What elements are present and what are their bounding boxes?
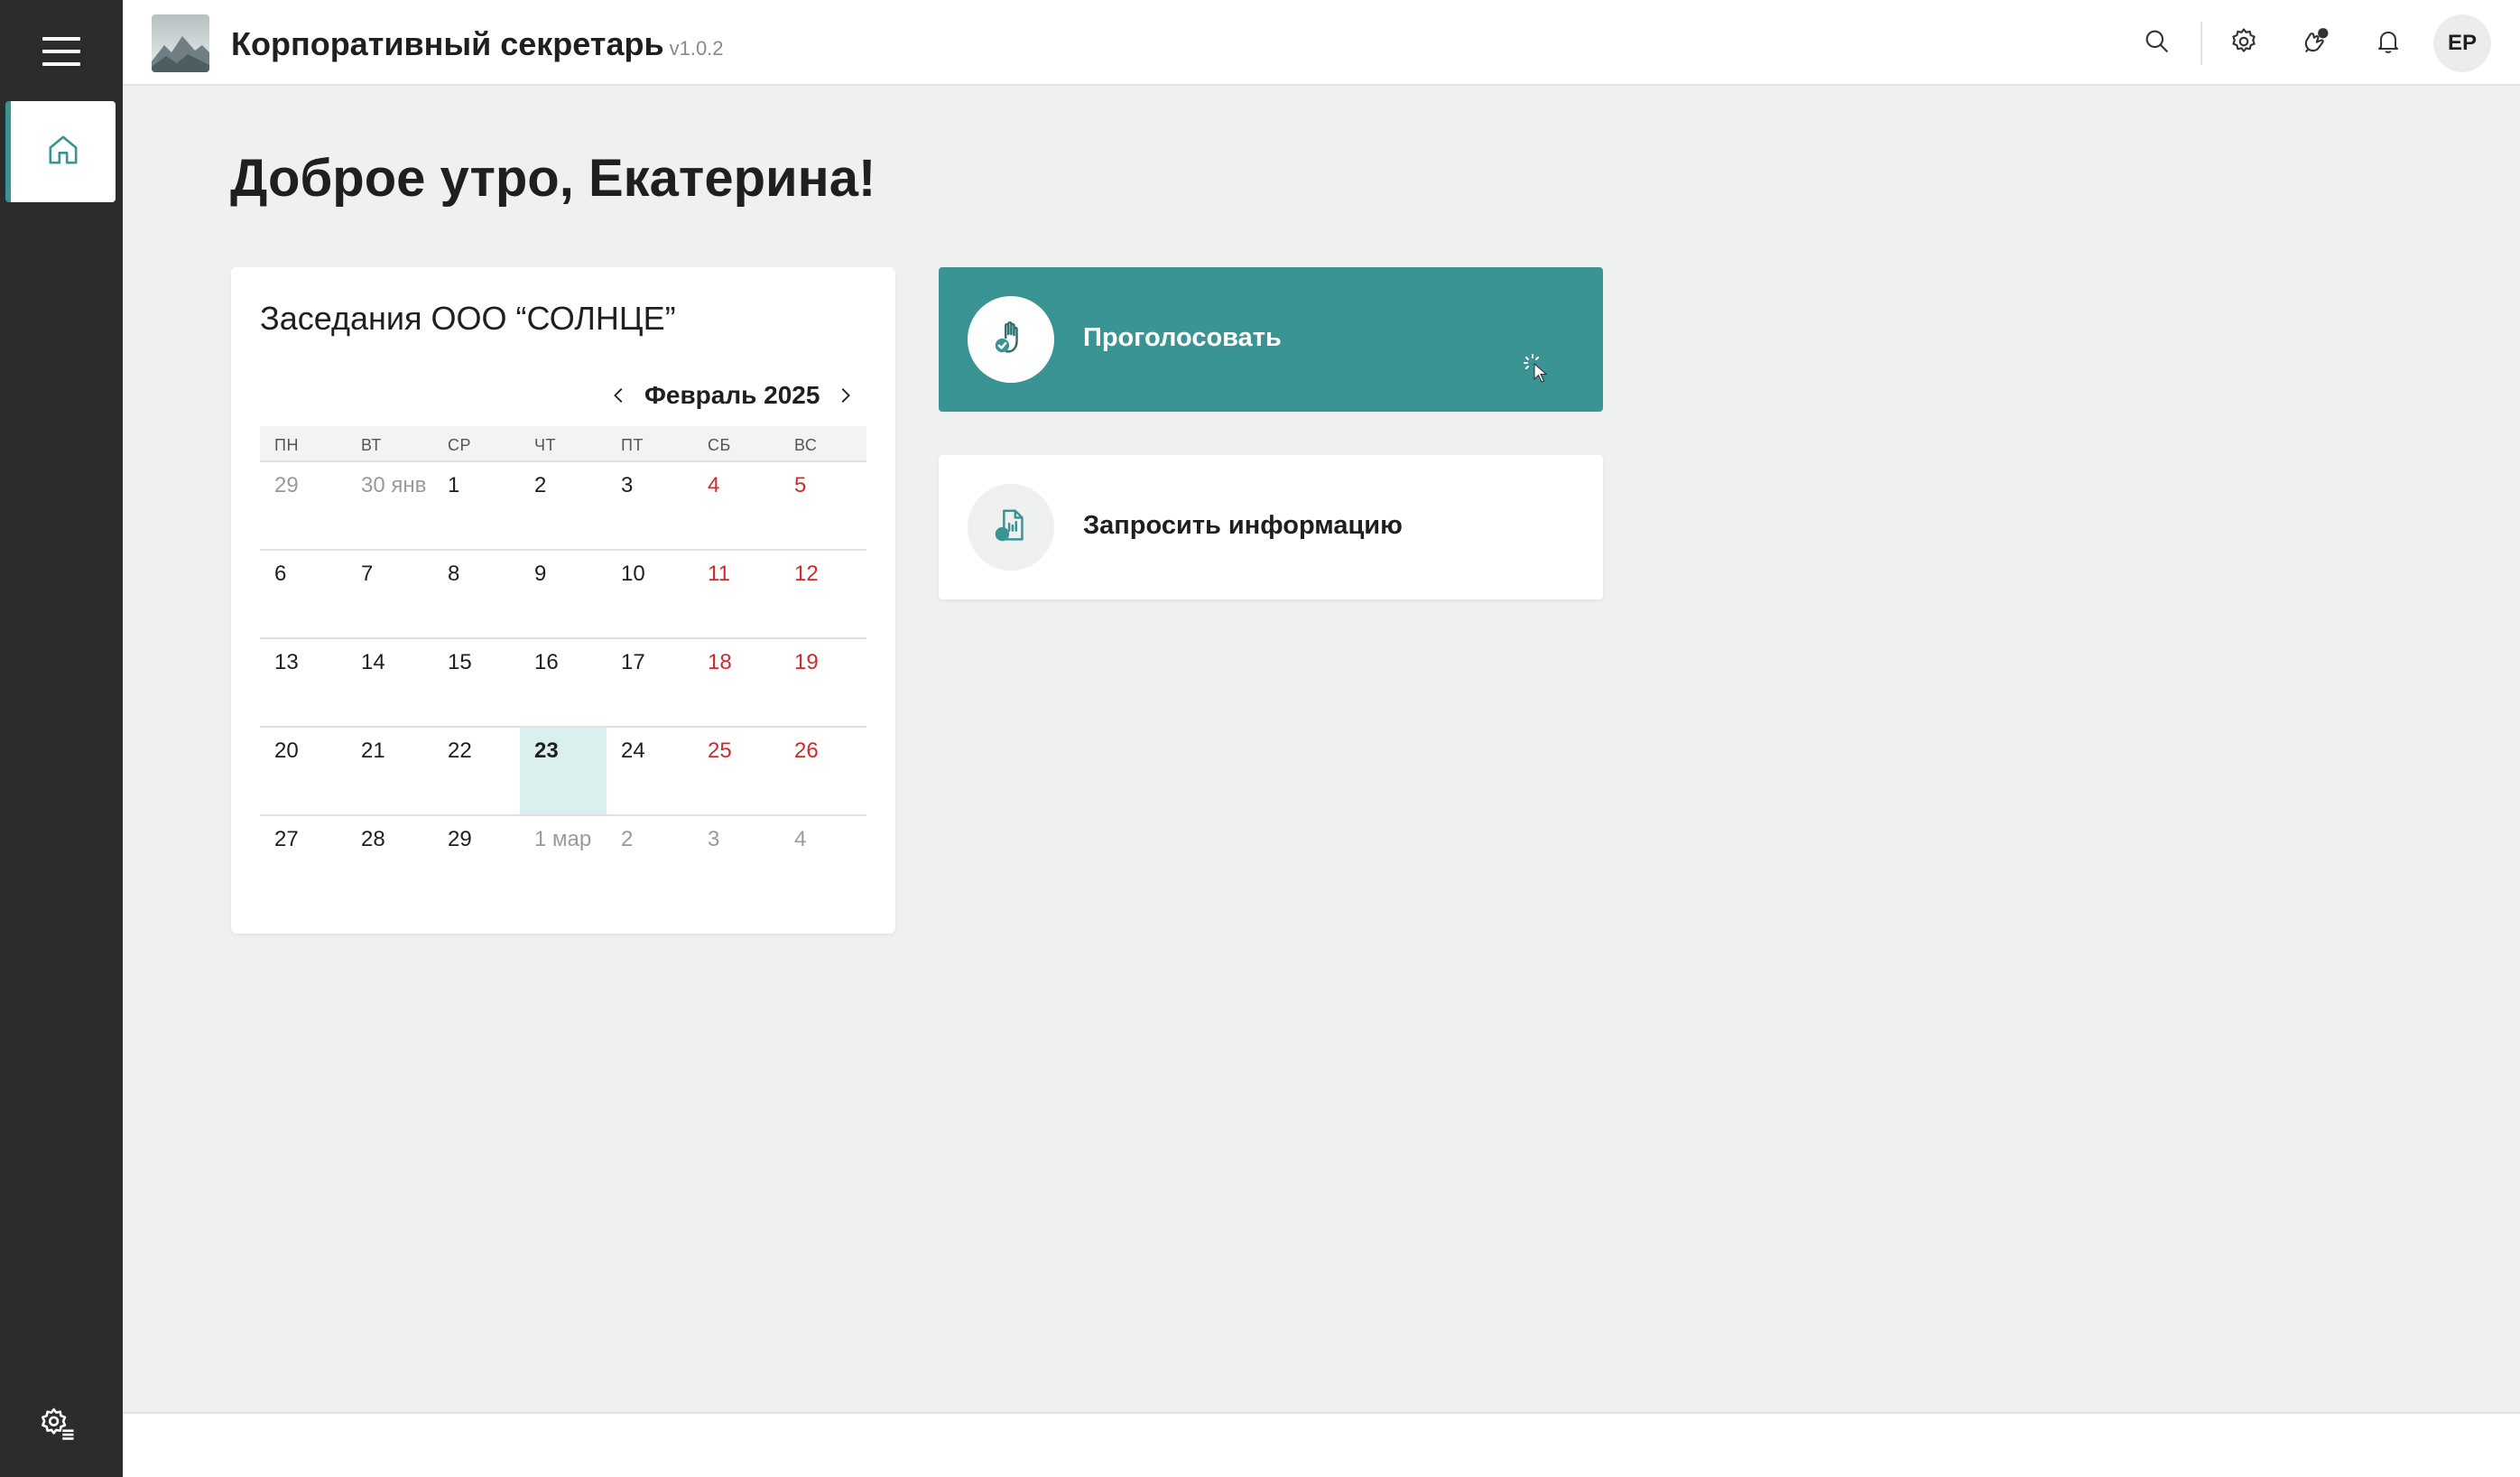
calendar-day[interactable]: 15 [433,639,520,726]
calendar-day[interactable]: 27 [260,816,347,905]
request-info-action-label: Запросить информацию [1083,511,1403,540]
calendar-day[interactable]: 3 [607,462,693,549]
support-button[interactable]: ? [2294,22,2338,65]
app-logo [152,14,209,72]
chevron-right-icon[interactable] [827,376,863,415]
calendar-month-label: Февраль 2025 [644,381,820,409]
bell-icon [2374,27,2403,60]
support-icon: ? [2301,26,2331,61]
app-title: Корпоративный секретарь v1.0.2 [231,25,724,63]
calendar-grid: пн вт ср чт пт сб вс 29 30 янв 1 2 3 4 5… [260,426,866,905]
calendar-day[interactable]: 30 янв [347,462,433,549]
calendar-week: 27 28 29 1 мар 2 3 4 [260,816,866,905]
document-question-icon: ? [990,505,1032,551]
calendar-week: 20 21 22 23 24 25 26 [260,728,866,816]
calendar-day[interactable]: 26 [780,728,866,814]
footer-bar [123,1412,2520,1477]
calendar-day[interactable]: 1 [433,462,520,549]
app-title-text: Корпоративный секретарь [231,25,664,62]
raised-hand-check-icon [990,317,1032,363]
request-icon-circle: ? [968,484,1054,571]
calendar-day[interactable]: 2 [520,462,607,549]
request-info-action-card[interactable]: ? Запросить информацию [939,455,1603,599]
calendar-day-today[interactable]: 23 [520,728,607,814]
weekday-label: чт [534,436,556,454]
calendar-day[interactable]: 25 [693,728,780,814]
calendar-week: 13 14 15 16 17 18 19 [260,639,866,728]
calendar-day[interactable]: 8 [433,551,520,637]
app-window: Корпоративный секретарь v1.0.2 ? ЕР Добр… [0,0,2520,1477]
hamburger-menu-icon[interactable] [42,37,80,66]
calendar-day[interactable]: 4 [780,816,866,905]
calendar-day[interactable]: 19 [780,639,866,726]
weekday-label: сб [708,436,731,454]
top-header: Корпоративный секретарь v1.0.2 ? ЕР [123,0,2520,86]
meetings-calendar-card: Заседания ООО “СОЛНЦЕ” Февраль 2025 пн в… [231,267,895,934]
calendar-title: Заседания ООО “СОЛНЦЕ” [260,300,676,337]
calendar-day[interactable]: 29 [260,462,347,549]
svg-text:?: ? [2321,29,2325,38]
calendar-day[interactable]: 12 [780,551,866,637]
calendar-day[interactable]: 4 [693,462,780,549]
weekday-label: пн [274,436,299,454]
settings-list-icon[interactable] [36,1401,79,1444]
search-icon [2143,27,2172,60]
user-avatar[interactable]: ЕР [2433,14,2491,72]
calendar-day[interactable]: 13 [260,639,347,726]
vote-icon-circle [968,296,1054,383]
calendar-day[interactable]: 28 [347,816,433,905]
calendar-day[interactable]: 7 [347,551,433,637]
calendar-week: 6 7 8 9 10 11 12 [260,551,866,639]
calendar-day[interactable]: 24 [607,728,693,814]
vote-action-card[interactable]: Проголосовать [939,267,1603,412]
app-version: v1.0.2 [669,37,724,60]
weekday-label: вт [361,436,382,454]
weekday-label: пт [621,436,644,454]
weekday-label: ср [448,436,472,454]
search-button[interactable] [2136,22,2179,65]
calendar-day[interactable]: 22 [433,728,520,814]
calendar-day[interactable]: 9 [520,551,607,637]
notifications-button[interactable] [2367,22,2410,65]
vote-action-label: Проголосовать [1083,323,1282,352]
greeting-heading: Доброе утро, Екатерина! [230,149,876,208]
calendar-day[interactable]: 21 [347,728,433,814]
weekday-label: вс [794,436,818,454]
calendar-day[interactable]: 1 мар [520,816,607,905]
calendar-week: 29 30 янв 1 2 3 4 5 [260,462,866,551]
sidebar-item-home[interactable] [5,101,116,202]
calendar-day[interactable]: 10 [607,551,693,637]
calendar-weekday-header: пн вт ср чт пт сб вс [260,426,866,462]
calendar-day[interactable]: 18 [693,639,780,726]
gear-icon [2228,26,2259,61]
sidebar [0,0,123,1477]
calendar-day[interactable]: 2 [607,816,693,905]
calendar-day[interactable]: 11 [693,551,780,637]
calendar-day[interactable]: 29 [433,816,520,905]
calendar-day[interactable]: 20 [260,728,347,814]
calendar-day[interactable]: 6 [260,551,347,637]
calendar-day[interactable]: 16 [520,639,607,726]
calendar-day[interactable]: 17 [607,639,693,726]
calendar-day[interactable]: 3 [693,816,780,905]
calendar-month-nav: Февраль 2025 [601,376,881,415]
svg-text:?: ? [999,527,1005,540]
calendar-day[interactable]: 14 [347,639,433,726]
chevron-left-icon[interactable] [601,376,637,415]
header-divider [2200,22,2202,65]
settings-button[interactable] [2222,22,2265,65]
calendar-day[interactable]: 5 [780,462,866,549]
home-icon [45,132,81,172]
loading-cursor-icon [1522,352,1554,385]
